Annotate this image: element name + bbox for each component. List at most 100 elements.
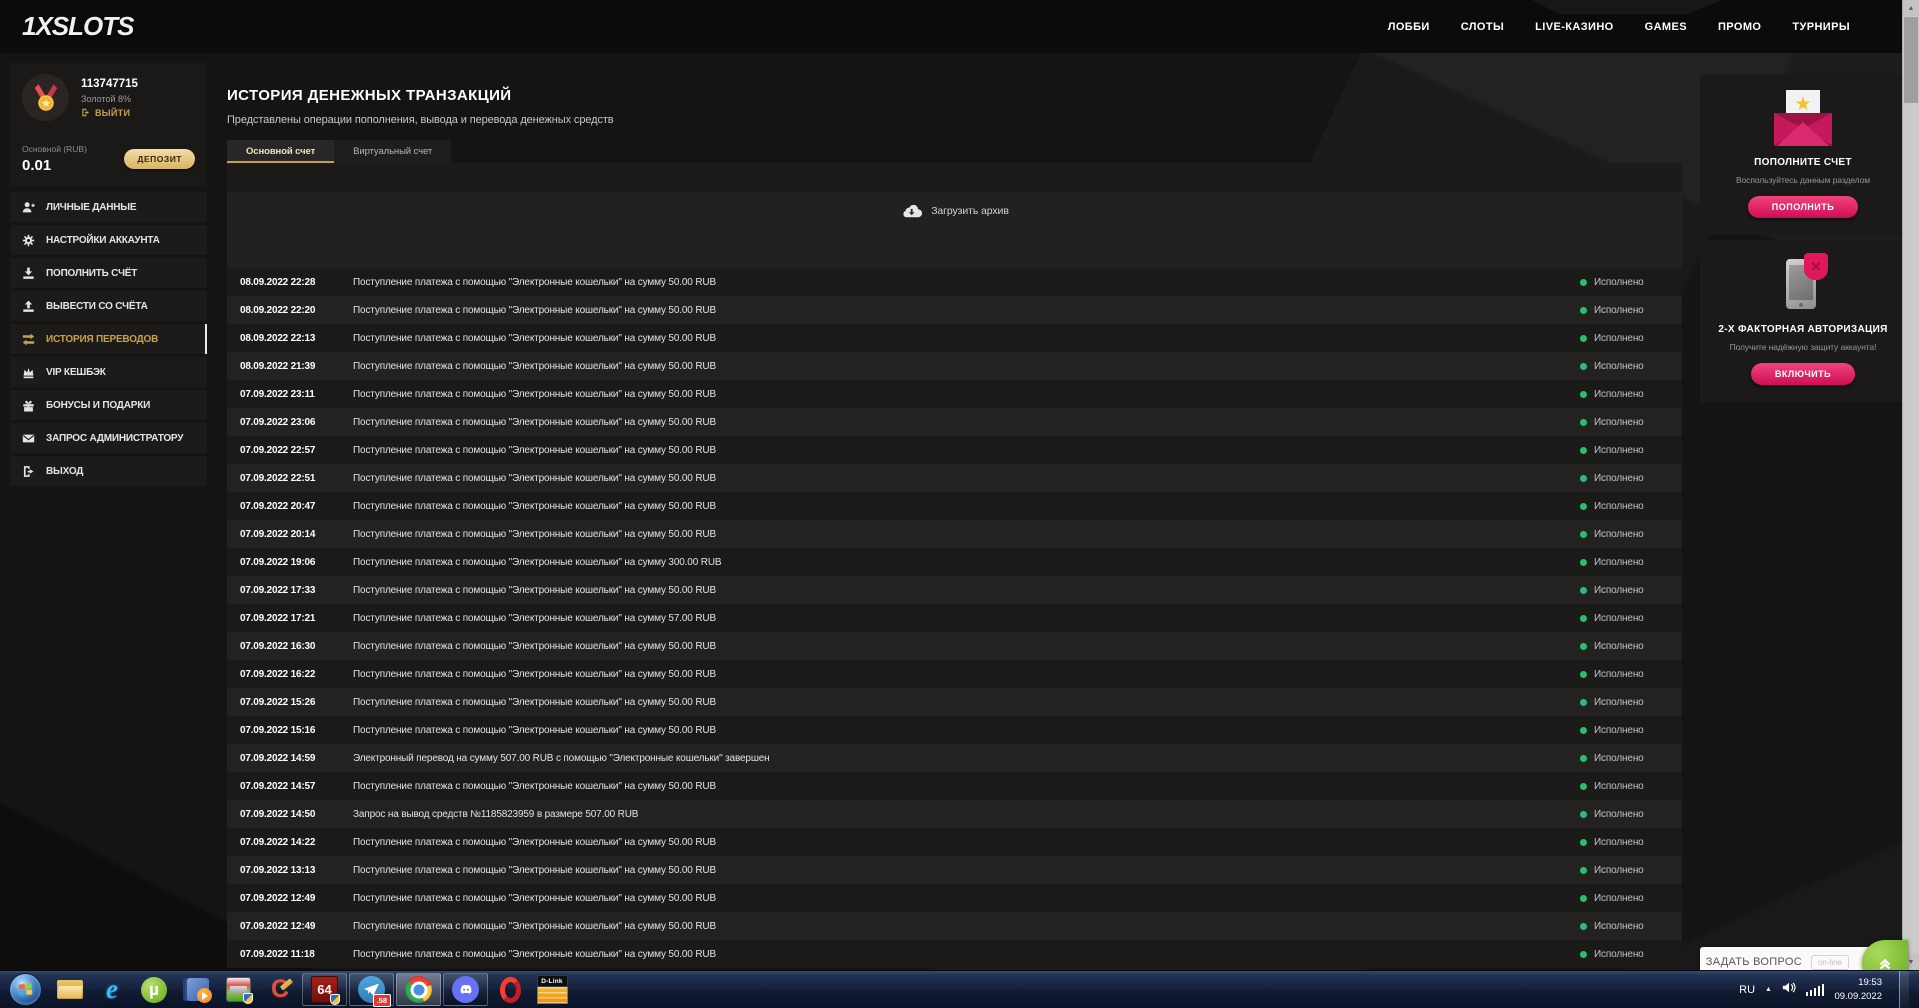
- transaction-date: 07.09.2022 15:26: [240, 696, 316, 708]
- sidebar-item-deposit[interactable]: ПОПОЛНИТЬ СЧЁТ: [10, 258, 207, 288]
- taskbar-chrome[interactable]: [396, 973, 441, 1006]
- status-label: Исполнено: [1594, 724, 1644, 736]
- page-subtitle: Представлены операции пополнения, вывода…: [227, 114, 614, 126]
- nav-item-games[interactable]: GAMES: [1645, 21, 1687, 33]
- status-label: Исполнено: [1594, 388, 1644, 400]
- tab-main-account[interactable]: Основной счет: [227, 140, 335, 163]
- show-desktop-button[interactable]: [1899, 970, 1909, 1008]
- page-scrollbar[interactable]: [1902, 0, 1919, 970]
- transaction-date: 07.09.2022 14:57: [240, 780, 316, 792]
- sidebar-item-label: ЛИЧНЫЕ ДАННЫЕ: [46, 201, 137, 213]
- media-player-icon: [187, 978, 212, 1003]
- taskbar-ccleaner[interactable]: C: [259, 971, 301, 1008]
- transaction-description: Поступление платежа с помощью "Электронн…: [353, 332, 717, 344]
- nav-item-tournaments[interactable]: ТУРНИРЫ: [1792, 21, 1850, 33]
- uac-shield-icon: [242, 993, 253, 1004]
- status-dot-icon: [1580, 950, 1587, 958]
- sidebar-item-label: VIP КЕШБЭК: [46, 366, 106, 378]
- sidebar-item-admin-request[interactable]: ЗАПРОС АДМИНИСТРАТОРУ: [10, 423, 207, 453]
- status-label: Исполнено: [1594, 556, 1644, 568]
- download-archive-button[interactable]: Загрузить архив: [900, 203, 1009, 218]
- speaker-icon[interactable]: [1782, 981, 1796, 999]
- right-sidebar: ПОПОЛНИТЕ СЧЕТ Воспользуйтесь данным раз…: [1700, 75, 1906, 407]
- transaction-status: Исполнено: [1580, 277, 1674, 288]
- status-dot-icon: [1580, 390, 1587, 398]
- sidebar-item-vip-cashback[interactable]: VIP КЕШБЭК: [10, 357, 207, 387]
- scrollbar-thumb[interactable]: [1904, 17, 1918, 103]
- logout-link[interactable]: ВЫЙТИ: [81, 108, 138, 118]
- transaction-row: 07.09.2022 14:57 Поступление платежа с п…: [227, 772, 1682, 800]
- taskbar-clock[interactable]: 19:53 09.09.2022: [1834, 976, 1882, 1004]
- status-dot-icon: [1580, 502, 1587, 510]
- top-up-button[interactable]: ПОПОЛНИТЬ: [1747, 196, 1859, 218]
- taskbar-explorer[interactable]: [49, 971, 91, 1008]
- enable-2fa-button[interactable]: ВКЛЮЧИТЬ: [1750, 363, 1856, 385]
- taskbar-utorrent[interactable]: µ: [133, 971, 175, 1008]
- transaction-date: 08.09.2022 22:20: [240, 304, 316, 316]
- start-button[interactable]: [9, 973, 42, 1006]
- taskbar-opera[interactable]: [489, 971, 531, 1008]
- status-label: Исполнено: [1594, 864, 1644, 876]
- transaction-status: Исполнено: [1580, 781, 1674, 792]
- discord-icon: [452, 976, 479, 1003]
- clock-date: 09.09.2022: [1834, 990, 1882, 1002]
- windows-taskbar: e µ C 64 .58 D-Link RU 19:53 09.09.2022: [0, 970, 1919, 1008]
- transaction-description: Поступление платежа с помощью "Электронн…: [353, 276, 717, 288]
- status-label: Исполнено: [1594, 668, 1644, 680]
- taskbar-disk-utility[interactable]: [217, 971, 259, 1008]
- transaction-status: Исполнено: [1580, 501, 1674, 512]
- chat-label: ЗАДАТЬ ВОПРОС: [1705, 956, 1802, 968]
- status-dot-icon: [1580, 838, 1587, 846]
- transfer-icon: [22, 333, 35, 346]
- transaction-date: 07.09.2022 14:59: [240, 752, 316, 764]
- sidebar-item-account-settings[interactable]: НАСТРОЙКИ АККАУНТА: [10, 225, 207, 255]
- telegram-badge: .58: [372, 994, 391, 1007]
- taskbar-discord[interactable]: [443, 973, 488, 1006]
- transaction-date: 07.09.2022 20:47: [240, 500, 316, 512]
- status-dot-icon: [1580, 418, 1587, 426]
- taskbar-media-player[interactable]: [175, 971, 217, 1008]
- transaction-status: Исполнено: [1580, 697, 1674, 708]
- sidebar-item-withdraw[interactable]: ВЫВЕСТИ СО СЧЁТА: [10, 291, 207, 321]
- sidebar-item-label: ЗАПРОС АДМИНИСТРАТОРУ: [46, 432, 184, 444]
- tab-virtual-account[interactable]: Виртуальный счет: [334, 140, 452, 163]
- taskbar-internet-explorer[interactable]: e: [91, 971, 133, 1008]
- transaction-description: Электронный перевод на сумму 507.00 RUB …: [353, 752, 770, 764]
- transaction-row: 07.09.2022 17:21 Поступление платежа с п…: [227, 604, 1682, 632]
- taskbar-telegram[interactable]: .58: [349, 973, 394, 1007]
- clock-time: 19:53: [1858, 976, 1882, 988]
- status-dot-icon: [1580, 866, 1587, 874]
- sidebar-item-personal-data[interactable]: ЛИЧНЫЕ ДАННЫЕ: [10, 192, 207, 222]
- tray-expand-icon[interactable]: [1765, 986, 1772, 993]
- transaction-description: Поступление платежа с помощью "Электронн…: [353, 388, 717, 400]
- balance-label: Основной (RUB): [22, 144, 87, 154]
- language-indicator[interactable]: RU: [1739, 984, 1755, 996]
- sidebar-item-logout[interactable]: ВЫХОД: [10, 456, 207, 486]
- network-icon[interactable]: [1805, 983, 1825, 996]
- deposit-button[interactable]: ДЕПОЗИТ: [124, 149, 195, 169]
- site-logo[interactable]: 1XSLOTS: [22, 11, 134, 42]
- left-sidebar: 113747715 Золотой 8% ВЫЙТИ Основной (RUB…: [10, 63, 207, 489]
- status-label: Исполнено: [1594, 528, 1644, 540]
- status-dot-icon: [1580, 362, 1587, 370]
- transaction-description: Поступление платежа с помощью "Электронн…: [353, 836, 717, 848]
- nav-item-live-casino[interactable]: LIVE-КАЗИНО: [1535, 21, 1613, 33]
- sidebar-item-label: БОНУСЫ И ПОДАРКИ: [46, 399, 151, 411]
- transaction-date: 08.09.2022 22:28: [240, 276, 316, 288]
- transaction-description: Поступление платежа с помощью "Электронн…: [353, 556, 722, 568]
- nav-item-slots[interactable]: СЛОТЫ: [1461, 21, 1504, 33]
- nav-item-lobby[interactable]: ЛОББИ: [1388, 21, 1430, 33]
- status-dot-icon: [1580, 754, 1587, 762]
- nav-item-promo[interactable]: ПРОМО: [1718, 21, 1761, 33]
- taskbar-aida64[interactable]: 64: [302, 973, 347, 1006]
- avatar[interactable]: [22, 74, 69, 121]
- sidebar-item-bonuses[interactable]: БОНУСЫ И ПОДАРКИ: [10, 390, 207, 420]
- scroll-up-button[interactable]: [1903, 0, 1919, 16]
- status-label: Исполнено: [1594, 416, 1644, 428]
- transaction-description: Поступление платежа с помощью "Электронн…: [353, 360, 717, 372]
- sidebar-item-label: НАСТРОЙКИ АККАУНТА: [46, 234, 160, 246]
- sidebar-item-transfer-history[interactable]: ИСТОРИЯ ПЕРЕВОДОВ: [10, 324, 207, 354]
- taskbar-dlink[interactable]: D-Link: [531, 971, 573, 1008]
- explorer-icon: [57, 980, 83, 999]
- transaction-row: 07.09.2022 19:06 Поступление платежа с п…: [227, 548, 1682, 576]
